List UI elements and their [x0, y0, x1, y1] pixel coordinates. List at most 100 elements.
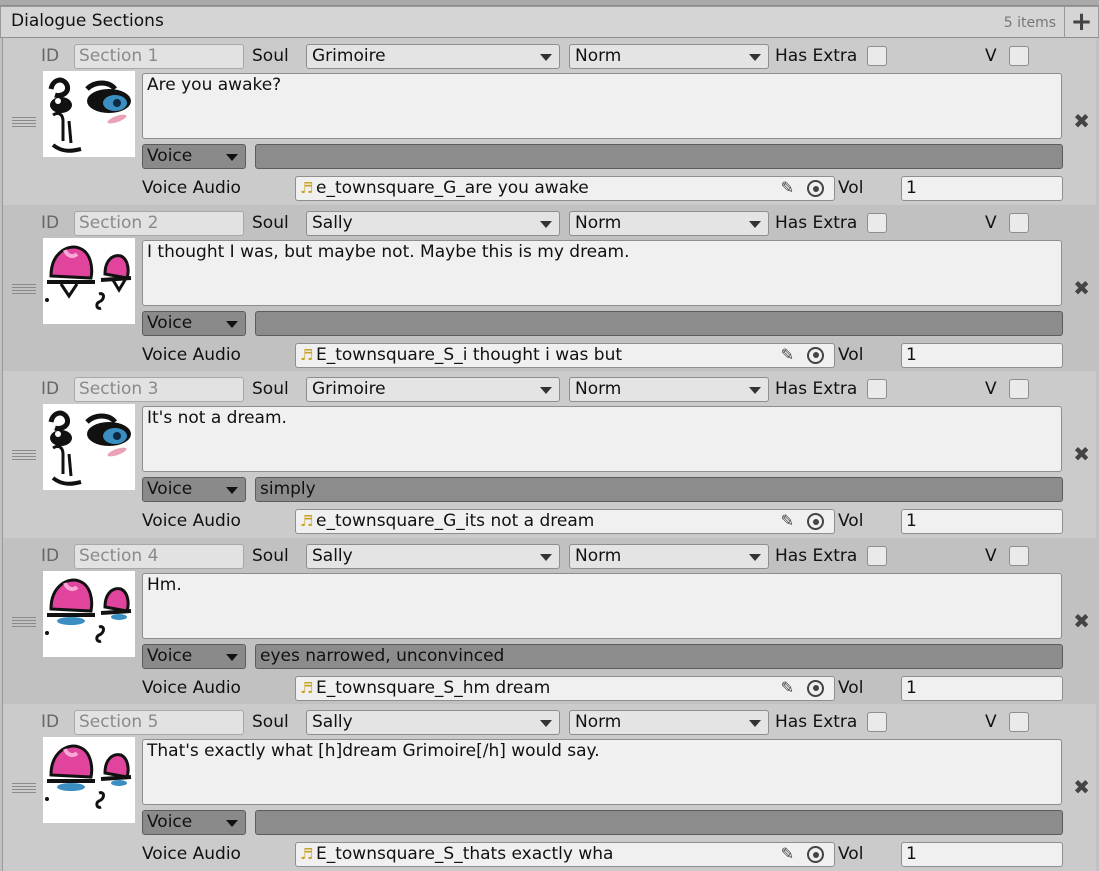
has-extra-label: Has Extra — [775, 712, 858, 732]
dialogue-section-list: ID Section 1 Soul Grimoire Norm Has Extra V Are… — [2, 38, 1096, 871]
remove-item-icon[interactable]: ✖ — [1073, 442, 1090, 466]
voice-note-field[interactable] — [255, 810, 1063, 835]
voice-audio-field[interactable]: ♬ E_townsquare_S_thats exactly wha ✎ — [295, 842, 835, 867]
dialogue-text-area[interactable]: Hm. — [142, 572, 1062, 639]
dialogue-text-area[interactable]: That's exactly what [h]dream Grimoire[/h… — [142, 739, 1062, 805]
volume-field[interactable]: 1 — [901, 509, 1063, 534]
chevron-down-icon — [226, 154, 238, 161]
soul-dropdown[interactable]: Grimoire — [306, 377, 560, 402]
v-checkbox[interactable] — [1009, 46, 1029, 66]
soul-label: Soul — [252, 379, 289, 399]
v-label: V — [985, 46, 997, 66]
object-picker-icon[interactable] — [807, 180, 824, 197]
drag-handle-icon[interactable] — [12, 450, 36, 462]
remove-item-icon[interactable]: ✖ — [1073, 276, 1090, 300]
section-id-field[interactable]: Section 3 — [74, 377, 244, 402]
volume-field[interactable]: 1 — [901, 176, 1063, 201]
chevron-down-icon — [749, 54, 761, 61]
voice-audio-label: Voice Audio — [142, 511, 241, 531]
v-checkbox[interactable] — [1009, 379, 1029, 399]
voice-dropdown[interactable]: Voice — [142, 144, 246, 169]
chevron-down-icon — [226, 653, 238, 661]
mood-dropdown[interactable]: Norm — [569, 710, 769, 735]
voice-note-field[interactable] — [255, 310, 1063, 336]
drag-handle-icon[interactable] — [12, 117, 36, 129]
dialogue-section: ID Section 4 Soul Sally Norm Has Extra V Hm. ✖ Vo… — [3, 537, 1096, 705]
mood-value: Norm — [575, 379, 622, 399]
volume-field[interactable]: 1 — [901, 342, 1063, 368]
pencil-icon[interactable]: ✎ — [781, 678, 794, 697]
pencil-icon[interactable]: ✎ — [781, 178, 794, 197]
v-checkbox[interactable] — [1009, 212, 1029, 233]
object-picker-icon[interactable] — [807, 513, 824, 530]
voice-dropdown[interactable]: Voice — [142, 810, 246, 835]
character-portrait — [43, 404, 135, 490]
mood-dropdown[interactable]: Norm — [569, 377, 769, 402]
v-label: V — [985, 712, 997, 732]
voice-audio-label: Voice Audio — [142, 344, 241, 365]
audio-clip-name: E_townsquare_S_hm dream — [316, 677, 551, 698]
voice-audio-field[interactable]: ♬ e_townsquare_G_its not a dream ✎ — [295, 509, 835, 534]
chevron-down-icon — [749, 553, 761, 561]
has-extra-label: Has Extra — [775, 379, 858, 399]
voice-dropdown[interactable]: Voice — [142, 477, 246, 502]
pencil-icon[interactable]: ✎ — [781, 844, 794, 863]
section-id-field[interactable]: Section 4 — [74, 543, 244, 569]
soul-dropdown[interactable]: Grimoire — [306, 44, 560, 69]
vol-label: Vol — [838, 344, 864, 365]
soul-dropdown[interactable]: Sally — [306, 543, 560, 569]
has-extra-checkbox[interactable] — [867, 212, 887, 233]
remove-item-icon[interactable]: ✖ — [1073, 609, 1090, 633]
voice-note-field[interactable] — [255, 144, 1063, 169]
dialogue-text-area[interactable]: Are you awake? — [142, 73, 1062, 139]
pencil-icon[interactable]: ✎ — [781, 511, 794, 530]
v-checkbox[interactable] — [1009, 712, 1029, 732]
section-id-field[interactable]: Section 5 — [74, 710, 244, 735]
soul-value: Grimoire — [312, 46, 386, 66]
vol-label: Vol — [838, 511, 864, 531]
voice-audio-field[interactable]: ♬ E_townsquare_S_hm dream ✎ — [295, 675, 835, 701]
pencil-icon[interactable]: ✎ — [781, 345, 794, 364]
voice-audio-field[interactable]: ♬ e_townsquare_G_are you awake ✎ — [295, 176, 835, 201]
v-checkbox[interactable] — [1009, 545, 1029, 566]
mood-dropdown[interactable]: Norm — [569, 210, 769, 236]
soul-dropdown[interactable]: Sally — [306, 210, 560, 236]
has-extra-checkbox[interactable] — [867, 379, 887, 399]
voice-audio-label: Voice Audio — [142, 677, 241, 698]
drag-handle-icon[interactable] — [12, 783, 36, 795]
mood-dropdown[interactable]: Norm — [569, 44, 769, 69]
object-picker-icon[interactable] — [807, 679, 824, 697]
voice-audio-field[interactable]: ♬ E_townsquare_S_i thought i was but ✎ — [295, 342, 835, 368]
add-item-button[interactable]: + — [1064, 6, 1098, 38]
id-label: ID — [41, 212, 60, 233]
voice-note-field[interactable]: simply — [255, 477, 1063, 502]
soul-dropdown[interactable]: Sally — [306, 710, 560, 735]
section-id-field[interactable]: Section 2 — [74, 210, 244, 236]
object-picker-icon[interactable] — [807, 346, 824, 364]
remove-item-icon[interactable]: ✖ — [1073, 109, 1090, 133]
chevron-down-icon — [749, 387, 761, 394]
voice-dropdown-label: Voice — [147, 146, 193, 166]
object-picker-icon[interactable] — [807, 846, 824, 863]
has-extra-checkbox[interactable] — [867, 545, 887, 566]
audio-clip-icon: ♬ — [300, 512, 314, 530]
character-portrait — [43, 737, 135, 823]
voice-note-field[interactable]: eyes narrowed, unconvinced — [255, 643, 1063, 669]
drag-handle-icon[interactable] — [12, 283, 36, 296]
audio-clip-name: e_townsquare_G_are you awake — [316, 178, 589, 198]
soul-value: Sally — [312, 212, 353, 233]
v-label: V — [985, 545, 997, 566]
dialogue-text-area[interactable]: It's not a dream. — [142, 406, 1062, 472]
volume-field[interactable]: 1 — [901, 842, 1063, 867]
voice-dropdown[interactable]: Voice — [142, 643, 246, 669]
chevron-down-icon — [226, 820, 238, 827]
section-id-field[interactable]: Section 1 — [74, 44, 244, 69]
volume-field[interactable]: 1 — [901, 675, 1063, 701]
mood-dropdown[interactable]: Norm — [569, 543, 769, 569]
has-extra-checkbox[interactable] — [867, 46, 887, 66]
remove-item-icon[interactable]: ✖ — [1073, 775, 1090, 799]
voice-dropdown[interactable]: Voice — [142, 310, 246, 336]
has-extra-checkbox[interactable] — [867, 712, 887, 732]
dialogue-text-area[interactable]: I thought I was, but maybe not. Maybe th… — [142, 239, 1062, 306]
drag-handle-icon[interactable] — [12, 616, 36, 629]
